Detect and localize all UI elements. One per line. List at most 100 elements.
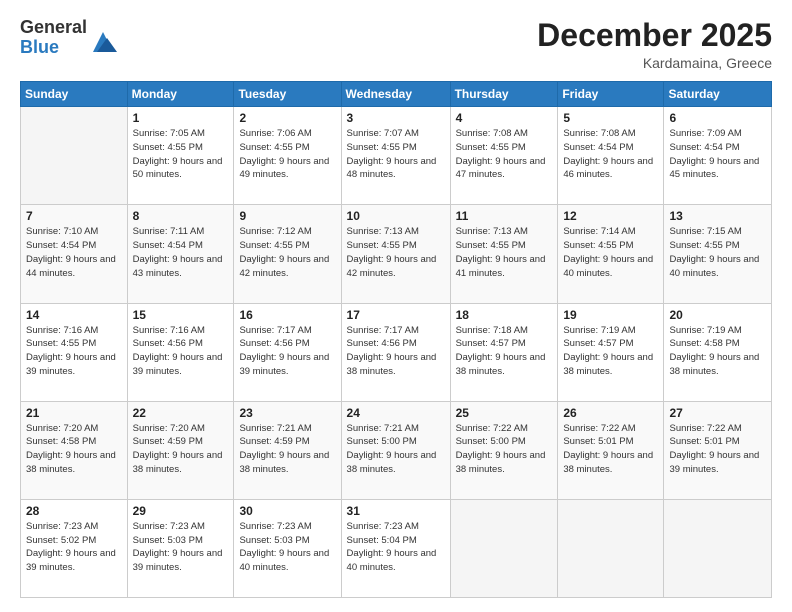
day-info: Sunrise: 7:08 AMSunset: 4:54 PMDaylight:…	[563, 127, 658, 182]
day-number: 8	[133, 209, 229, 223]
day-number: 14	[26, 308, 122, 322]
day-number: 19	[563, 308, 658, 322]
day-info: Sunrise: 7:22 AMSunset: 5:01 PMDaylight:…	[669, 422, 766, 477]
day-cell: 26 Sunrise: 7:22 AMSunset: 5:01 PMDayligh…	[558, 401, 664, 499]
day-info: Sunrise: 7:17 AMSunset: 4:56 PMDaylight:…	[347, 324, 445, 379]
day-number: 13	[669, 209, 766, 223]
week-row-5: 28 Sunrise: 7:23 AMSunset: 5:02 PMDayligh…	[21, 499, 772, 597]
day-cell: 23 Sunrise: 7:21 AMSunset: 4:59 PMDayligh…	[234, 401, 341, 499]
day-info: Sunrise: 7:07 AMSunset: 4:55 PMDaylight:…	[347, 127, 445, 182]
day-info: Sunrise: 7:23 AMSunset: 5:03 PMDaylight:…	[239, 520, 335, 575]
day-number: 17	[347, 308, 445, 322]
day-cell: 14 Sunrise: 7:16 AMSunset: 4:55 PMDayligh…	[21, 303, 128, 401]
day-number: 4	[456, 111, 553, 125]
day-info: Sunrise: 7:14 AMSunset: 4:55 PMDaylight:…	[563, 225, 658, 280]
day-cell: 13 Sunrise: 7:15 AMSunset: 4:55 PMDayligh…	[664, 205, 772, 303]
day-cell: 17 Sunrise: 7:17 AMSunset: 4:56 PMDayligh…	[341, 303, 450, 401]
week-row-4: 21Sunrise: 7:20 AMSunset: 4:58 PMDayligh…	[21, 401, 772, 499]
day-number: 28	[26, 504, 122, 518]
logo-icon	[89, 28, 117, 56]
weekday-saturday: Saturday	[664, 82, 772, 107]
calendar-page: General Blue December 2025 Kardamaina, G…	[0, 0, 792, 612]
day-info: Sunrise: 7:05 AMSunset: 4:55 PMDaylight:…	[133, 127, 229, 182]
day-info: Sunrise: 7:22 AMSunset: 5:01 PMDaylight:…	[563, 422, 658, 477]
day-cell: 10 Sunrise: 7:13 AMSunset: 4:55 PMDayligh…	[341, 205, 450, 303]
day-cell: 29Sunrise: 7:23 AMSunset: 5:03 PMDayligh…	[127, 499, 234, 597]
day-number: 27	[669, 406, 766, 420]
day-cell: 11 Sunrise: 7:13 AMSunset: 4:55 PMDayligh…	[450, 205, 558, 303]
day-info: Sunrise: 7:19 AMSunset: 4:57 PMDaylight:…	[563, 324, 658, 379]
day-cell: 1 Sunrise: 7:05 AMSunset: 4:55 PMDaylight…	[127, 107, 234, 205]
day-number: 16	[239, 308, 335, 322]
day-info: Sunrise: 7:10 AMSunset: 4:54 PMDaylight:…	[26, 225, 122, 280]
day-number: 25	[456, 406, 553, 420]
day-info: Sunrise: 7:19 AMSunset: 4:58 PMDaylight:…	[669, 324, 766, 379]
week-row-1: 1 Sunrise: 7:05 AMSunset: 4:55 PMDaylight…	[21, 107, 772, 205]
day-info: Sunrise: 7:13 AMSunset: 4:55 PMDaylight:…	[347, 225, 445, 280]
day-cell: 12 Sunrise: 7:14 AMSunset: 4:55 PMDayligh…	[558, 205, 664, 303]
day-number: 7	[26, 209, 122, 223]
day-number: 12	[563, 209, 658, 223]
day-cell: 21Sunrise: 7:20 AMSunset: 4:58 PMDayligh…	[21, 401, 128, 499]
day-info: Sunrise: 7:16 AMSunset: 4:55 PMDaylight:…	[26, 324, 122, 379]
day-info: Sunrise: 7:12 AMSunset: 4:55 PMDaylight:…	[239, 225, 335, 280]
day-number: 26	[563, 406, 658, 420]
logo: General Blue	[20, 18, 117, 58]
day-cell: 4 Sunrise: 7:08 AMSunset: 4:55 PMDaylight…	[450, 107, 558, 205]
day-info: Sunrise: 7:20 AMSunset: 4:59 PMDaylight:…	[133, 422, 229, 477]
day-cell: 25 Sunrise: 7:22 AMSunset: 5:00 PMDayligh…	[450, 401, 558, 499]
title-block: December 2025 Kardamaina, Greece	[537, 18, 772, 71]
day-cell: 22 Sunrise: 7:20 AMSunset: 4:59 PMDayligh…	[127, 401, 234, 499]
day-info: Sunrise: 7:13 AMSunset: 4:55 PMDaylight:…	[456, 225, 553, 280]
day-number: 31	[347, 504, 445, 518]
day-cell: 6 Sunrise: 7:09 AMSunset: 4:54 PMDaylight…	[664, 107, 772, 205]
day-cell: 30 Sunrise: 7:23 AMSunset: 5:03 PMDayligh…	[234, 499, 341, 597]
day-cell: 2Sunrise: 7:06 AMSunset: 4:55 PMDaylight…	[234, 107, 341, 205]
day-info: Sunrise: 7:20 AMSunset: 4:58 PMDaylight:…	[26, 422, 122, 477]
day-cell: 18Sunrise: 7:18 AMSunset: 4:57 PMDayligh…	[450, 303, 558, 401]
day-number: 23	[239, 406, 335, 420]
day-cell: 31 Sunrise: 7:23 AMSunset: 5:04 PMDayligh…	[341, 499, 450, 597]
day-cell: 5Sunrise: 7:08 AMSunset: 4:54 PMDaylight…	[558, 107, 664, 205]
weekday-header-row: SundayMondayTuesdayWednesdayThursdayFrid…	[21, 82, 772, 107]
day-cell: 16 Sunrise: 7:17 AMSunset: 4:56 PMDayligh…	[234, 303, 341, 401]
day-cell	[664, 499, 772, 597]
day-info: Sunrise: 7:21 AMSunset: 4:59 PMDaylight:…	[239, 422, 335, 477]
day-cell: 7 Sunrise: 7:10 AMSunset: 4:54 PMDaylight…	[21, 205, 128, 303]
day-info: Sunrise: 7:23 AMSunset: 5:02 PMDaylight:…	[26, 520, 122, 575]
day-info: Sunrise: 7:08 AMSunset: 4:55 PMDaylight:…	[456, 127, 553, 182]
weekday-wednesday: Wednesday	[341, 82, 450, 107]
day-info: Sunrise: 7:17 AMSunset: 4:56 PMDaylight:…	[239, 324, 335, 379]
day-info: Sunrise: 7:23 AMSunset: 5:04 PMDaylight:…	[347, 520, 445, 575]
weekday-thursday: Thursday	[450, 82, 558, 107]
day-cell	[21, 107, 128, 205]
weekday-sunday: Sunday	[21, 82, 128, 107]
day-number: 30	[239, 504, 335, 518]
weekday-friday: Friday	[558, 82, 664, 107]
day-number: 6	[669, 111, 766, 125]
day-info: Sunrise: 7:21 AMSunset: 5:00 PMDaylight:…	[347, 422, 445, 477]
day-info: Sunrise: 7:15 AMSunset: 4:55 PMDaylight:…	[669, 225, 766, 280]
day-cell: 3 Sunrise: 7:07 AMSunset: 4:55 PMDaylight…	[341, 107, 450, 205]
day-cell	[450, 499, 558, 597]
day-number: 20	[669, 308, 766, 322]
header: General Blue December 2025 Kardamaina, G…	[20, 18, 772, 71]
day-info: Sunrise: 7:09 AMSunset: 4:54 PMDaylight:…	[669, 127, 766, 182]
logo-general: General	[20, 18, 87, 38]
day-number: 18	[456, 308, 553, 322]
day-cell: 15Sunrise: 7:16 AMSunset: 4:56 PMDayligh…	[127, 303, 234, 401]
weekday-tuesday: Tuesday	[234, 82, 341, 107]
day-info: Sunrise: 7:16 AMSunset: 4:56 PMDaylight:…	[133, 324, 229, 379]
day-number: 11	[456, 209, 553, 223]
day-number: 1	[133, 111, 229, 125]
day-number: 3	[347, 111, 445, 125]
day-cell: 24Sunrise: 7:21 AMSunset: 5:00 PMDayligh…	[341, 401, 450, 499]
location: Kardamaina, Greece	[537, 55, 772, 71]
day-number: 22	[133, 406, 229, 420]
day-number: 10	[347, 209, 445, 223]
day-number: 9	[239, 209, 335, 223]
day-info: Sunrise: 7:22 AMSunset: 5:00 PMDaylight:…	[456, 422, 553, 477]
week-row-3: 14 Sunrise: 7:16 AMSunset: 4:55 PMDayligh…	[21, 303, 772, 401]
month-title: December 2025	[537, 18, 772, 53]
day-info: Sunrise: 7:06 AMSunset: 4:55 PMDaylight:…	[239, 127, 335, 182]
